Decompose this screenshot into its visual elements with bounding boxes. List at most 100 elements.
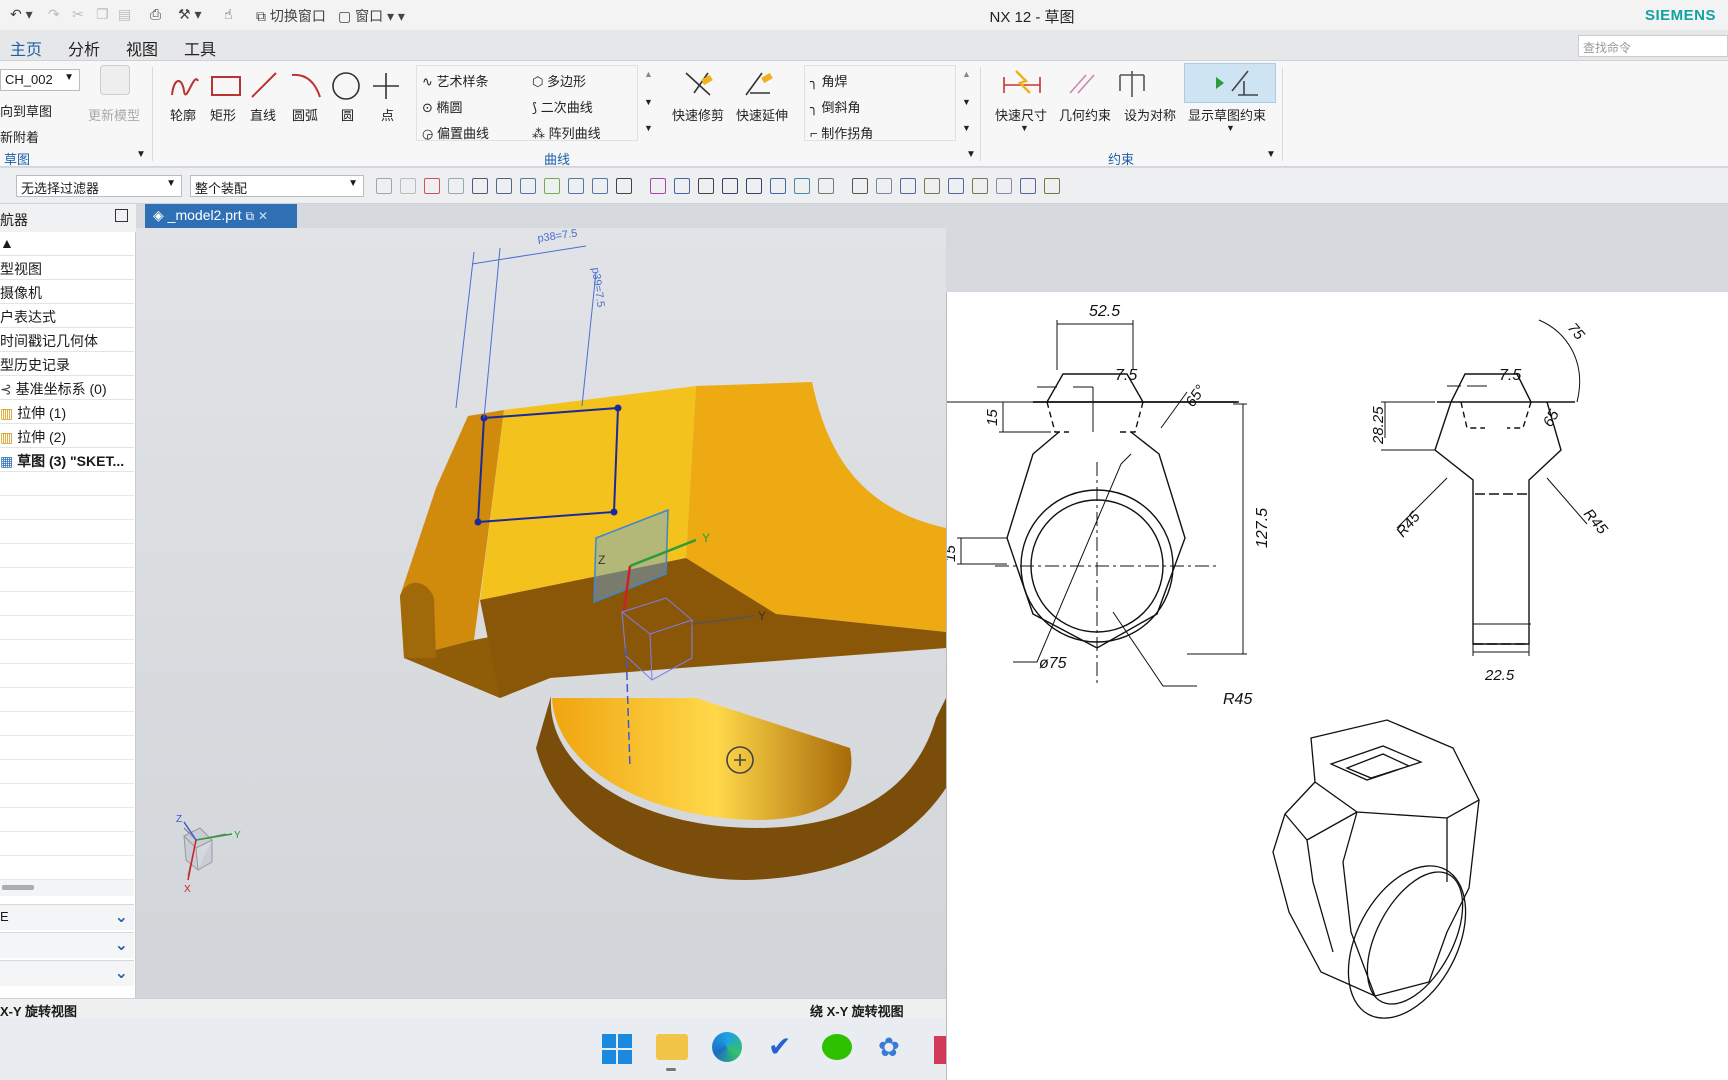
type-filter-select[interactable]: 无选择过滤器 ▼ (16, 175, 182, 197)
curve-group-expand[interactable]: ▼ (966, 149, 976, 160)
nav-item-extrude-2[interactable]: ▥ 拉伸 (2) (0, 424, 134, 448)
selection-tool-icon[interactable] (876, 178, 892, 194)
point-button[interactable]: 点 (381, 105, 394, 124)
studio-spline-button[interactable]: ∿ 艺术样条 (422, 71, 489, 90)
show-constraints-dropdown[interactable]: ▼ (1226, 123, 1235, 133)
rectangle-button[interactable]: 矩形 (210, 105, 236, 124)
profile-button[interactable]: 轮廓 (170, 105, 196, 124)
navigator-scrollbar[interactable] (0, 880, 134, 896)
nav-item-model-history[interactable]: 型历史记录 (0, 352, 134, 376)
gallery-up-icon[interactable]: ▲ (644, 69, 653, 79)
selection-tool-icon[interactable] (650, 178, 666, 194)
selection-tool-icon[interactable] (818, 178, 834, 194)
rapid-dimension-dropdown[interactable]: ▼ (1020, 123, 1029, 133)
dependencies-panel[interactable]: E ⌄ (0, 904, 134, 930)
arc-button[interactable]: 圆弧 (292, 105, 318, 124)
corner-gallery-up-icon[interactable]: ▲ (962, 69, 971, 79)
navigator-sort-row[interactable]: ▲ (0, 232, 134, 256)
reattach[interactable]: 新附着 (0, 127, 39, 146)
maximize-icon[interactable] (115, 209, 128, 222)
quick-trim-button[interactable]: 快速修剪 (672, 105, 724, 124)
gallery-more-icon[interactable]: ▼ (644, 123, 653, 133)
selection-tool-icon[interactable] (794, 178, 810, 194)
chevron-down-icon[interactable]: ⌄ (115, 963, 128, 983)
selection-tool-icon[interactable] (948, 178, 964, 194)
selection-tool-icon[interactable] (722, 178, 738, 194)
offset-curve-button[interactable]: ◶ 偏置曲线 (422, 123, 489, 142)
nav-item-model-views[interactable]: 型视图 (0, 256, 134, 280)
geometric-constraint-button[interactable]: 几何约束 (1059, 105, 1111, 124)
rapid-dimension-button[interactable]: 快速尺寸 (995, 105, 1047, 124)
edge-browser-icon[interactable] (712, 1032, 742, 1062)
sketch-combo[interactable]: CH_002 ▼ (0, 69, 80, 91)
selection-tool-icon[interactable] (400, 178, 416, 194)
selection-tool-icon[interactable] (1020, 178, 1036, 194)
tab-view[interactable]: 视图 (126, 36, 158, 60)
nav-item-label: 型视图 (0, 261, 42, 277)
preview-panel[interactable]: ⌄ (0, 960, 134, 986)
update-model-button[interactable]: 更新模型 (88, 105, 140, 124)
selection-tool-icon[interactable] (698, 178, 714, 194)
nav-item-sketch-3[interactable]: ▦ 草图 (3) "SKET... (0, 448, 134, 472)
tab-analysis[interactable]: 分析 (68, 36, 100, 60)
chamfer-button[interactable]: ╮ 倒斜角 (810, 97, 860, 116)
graphics-window[interactable]: p38=7.5 p39=7.5 Y Z Y Y Z X (136, 228, 946, 998)
selection-tool-icon[interactable] (520, 178, 536, 194)
conic-button[interactable]: ⟆ 二次曲线 (532, 97, 593, 116)
file-explorer-icon[interactable] (656, 1034, 688, 1060)
selection-tool-icon[interactable] (568, 178, 584, 194)
selection-tool-icon[interactable] (472, 178, 488, 194)
selection-tool-icon[interactable] (448, 178, 464, 194)
tab-tools[interactable]: 工具 (184, 36, 216, 60)
selection-tool-icon[interactable] (376, 178, 392, 194)
chevron-down-icon[interactable]: ⌄ (115, 907, 128, 927)
scroll-thumb[interactable] (2, 885, 34, 890)
app-icon[interactable]: ✿ (878, 1032, 900, 1063)
corner-gallery-more-icon[interactable]: ▼ (962, 123, 971, 133)
line-button[interactable]: 直线 (250, 105, 276, 124)
make-corner-button[interactable]: ⌐ 制作拐角 (810, 123, 873, 142)
selection-tool-icon[interactable] (924, 178, 940, 194)
nav-item-expressions[interactable]: 户表达式 (0, 304, 134, 328)
details-panel[interactable]: ⌄ (0, 932, 134, 958)
circle-button[interactable]: 圆 (341, 105, 354, 124)
start-icon[interactable] (602, 1034, 632, 1064)
partial-app-icon[interactable] (934, 1036, 946, 1064)
nav-item-cameras[interactable]: 摄像机 (0, 280, 134, 304)
selection-tool-icon[interactable] (674, 178, 690, 194)
chevron-down-icon[interactable]: ⌄ (115, 935, 128, 955)
show-constraints-button[interactable]: 显示草图约束 (1188, 105, 1266, 124)
make-symmetric-button[interactable]: 设为对称 (1124, 105, 1176, 124)
nav-item-timestamp-geometry[interactable]: 时间戳记几何体 (0, 328, 134, 352)
constraint-group-expand[interactable]: ▼ (1266, 149, 1276, 160)
selection-tool-icon[interactable] (616, 178, 632, 194)
selection-tool-icon[interactable] (592, 178, 608, 194)
selection-tool-icon[interactable] (496, 178, 512, 194)
selection-tool-icon[interactable] (770, 178, 786, 194)
selection-tool-icon[interactable] (544, 178, 560, 194)
selection-tool-icon[interactable] (900, 178, 916, 194)
quick-extend-button[interactable]: 快速延伸 (736, 105, 788, 124)
fillet-button[interactable]: ╮ 角焊 (810, 71, 847, 90)
pattern-curve-button[interactable]: ⁂ 阵列曲线 (532, 123, 601, 142)
todo-icon[interactable]: ✔ (768, 1030, 791, 1063)
selection-tool-icon[interactable] (1044, 178, 1060, 194)
polygon-button[interactable]: ⬡ 多边形 (532, 71, 586, 90)
command-search-input[interactable]: 查找命令 (1578, 35, 1728, 57)
selection-tool-icon[interactable] (746, 178, 762, 194)
gallery-down-icon[interactable]: ▼ (644, 97, 653, 107)
ellipse-button[interactable]: ⊙ 椭圆 (422, 97, 463, 116)
sketch-group-expand[interactable]: ▼ (136, 149, 146, 160)
orient-to-sketch[interactable]: 向到草图 (0, 101, 52, 120)
nav-item-extrude-1[interactable]: ▥ 拉伸 (1) (0, 400, 134, 424)
nav-item-datum-csys[interactable]: ⊰ 基准坐标系 (0) (0, 376, 134, 400)
wechat-icon[interactable] (822, 1034, 852, 1060)
close-tab-icon[interactable]: ✕ (258, 209, 268, 223)
selection-tool-icon[interactable] (972, 178, 988, 194)
selection-tool-icon[interactable] (424, 178, 440, 194)
document-tab[interactable]: ◈ _model2.prt ⧉ ✕ (145, 204, 297, 228)
scope-select[interactable]: 整个装配 ▼ (190, 175, 364, 197)
corner-gallery-down-icon[interactable]: ▼ (962, 97, 971, 107)
selection-tool-icon[interactable] (996, 178, 1012, 194)
selection-tool-icon[interactable] (852, 178, 868, 194)
